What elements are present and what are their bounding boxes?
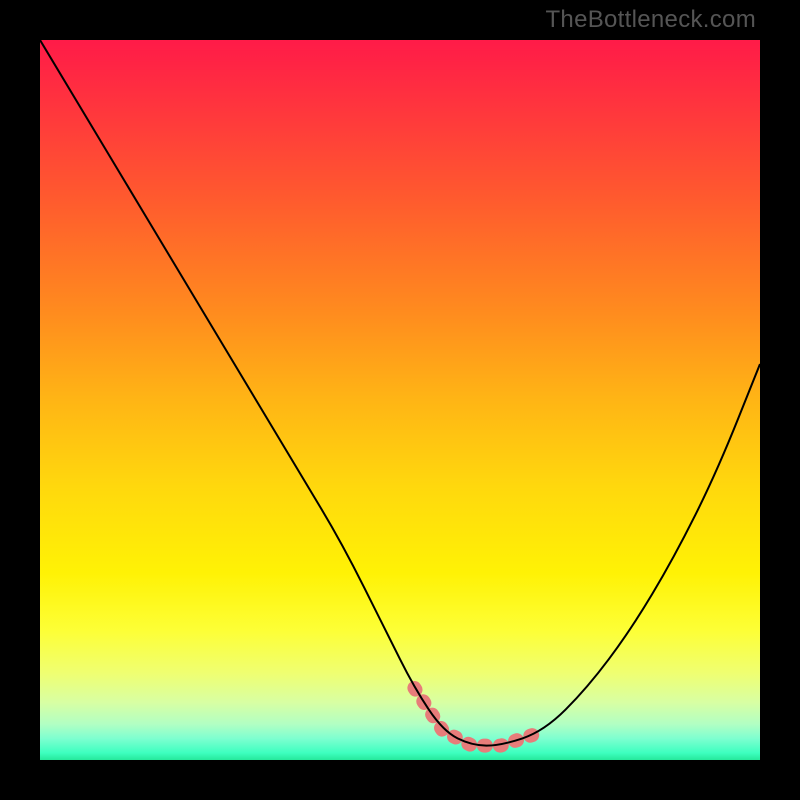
plot-area — [40, 40, 760, 760]
bottleneck-curve — [40, 40, 760, 746]
watermark-text: TheBottleneck.com — [545, 6, 756, 34]
chart-frame: TheBottleneck.com — [0, 0, 800, 800]
chart-svg — [40, 40, 760, 760]
